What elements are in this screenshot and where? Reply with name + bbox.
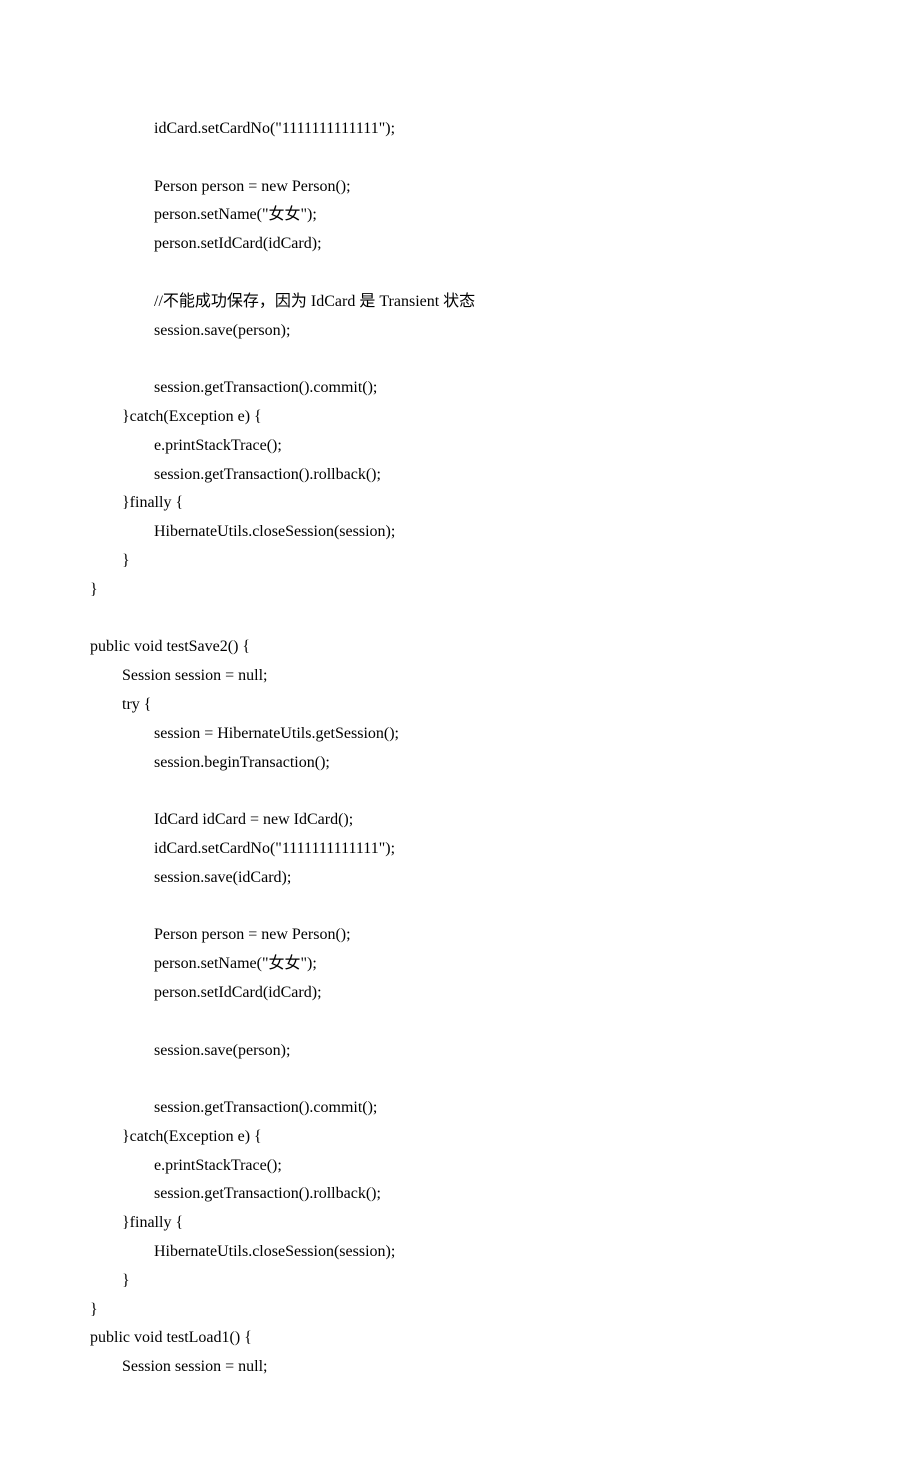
code-page: idCard.setCardNo("1111111111111"); Perso… bbox=[0, 0, 920, 1472]
code-block: idCard.setCardNo("1111111111111"); Perso… bbox=[90, 115, 830, 1382]
